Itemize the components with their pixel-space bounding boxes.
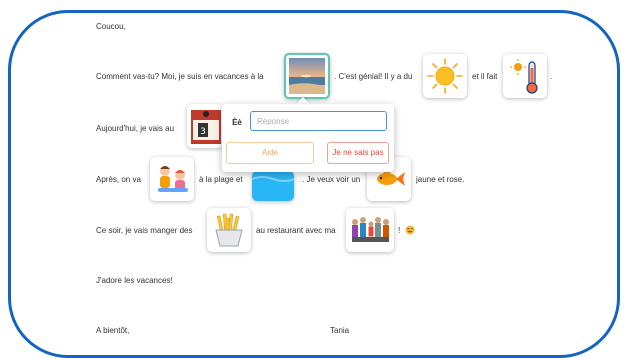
beach-picture xyxy=(289,58,325,94)
letter-text: à la plage et xyxy=(199,175,243,184)
letter-text: et il fait xyxy=(472,72,498,81)
kids-card[interactable] xyxy=(150,157,194,201)
beach-picture-card[interactable] xyxy=(284,53,330,99)
svg-text:3: 3 xyxy=(200,127,206,137)
answer-input[interactable] xyxy=(250,111,387,131)
fries-card[interactable] xyxy=(207,208,251,252)
letter-text: . xyxy=(550,72,553,81)
smiling-face-emoji xyxy=(405,225,415,235)
calendar-card[interactable]: 3 xyxy=(187,104,223,148)
letter-text: ! xyxy=(398,226,401,235)
letter-greeting: Coucou, xyxy=(96,22,126,31)
help-button[interactable]: Aide xyxy=(226,142,314,164)
letter-signature: Tania xyxy=(330,326,350,335)
swim-card[interactable] xyxy=(252,171,294,201)
sun-icon xyxy=(427,58,463,94)
letter-text: . Je veux voir un xyxy=(302,175,361,184)
letter-closing: A bientôt, xyxy=(96,326,130,335)
letter-text: . C'est génial! Il y a du xyxy=(334,72,413,81)
letter-text: Aujourd'hui, je vais au xyxy=(96,124,175,133)
letter-text: jaune et rose. xyxy=(416,175,465,184)
children-playing-icon xyxy=(158,166,188,192)
letter-text: au restaurant avec ma xyxy=(256,226,336,235)
family-card[interactable] xyxy=(346,208,394,252)
accent-characters-button[interactable]: Èè xyxy=(226,114,248,132)
thermometer-card[interactable] xyxy=(503,54,547,98)
swimming-icon xyxy=(252,171,294,201)
french-fries-icon xyxy=(215,213,243,247)
letter-text: Comment vas-tu? Moi, je suis en vacances… xyxy=(96,72,264,81)
letter-text: J'adore les vacances! xyxy=(96,276,173,285)
letter-text: Ce soir, je vais manger des xyxy=(96,226,193,235)
family-icon xyxy=(352,217,389,242)
calendar-icon: 3 xyxy=(191,110,221,144)
hot-thermometer-icon xyxy=(510,59,538,94)
sun-card[interactable] xyxy=(423,54,467,98)
letter-text: Après, on va xyxy=(96,175,141,184)
dont-know-button[interactable]: Je ne sais pas xyxy=(327,142,389,164)
